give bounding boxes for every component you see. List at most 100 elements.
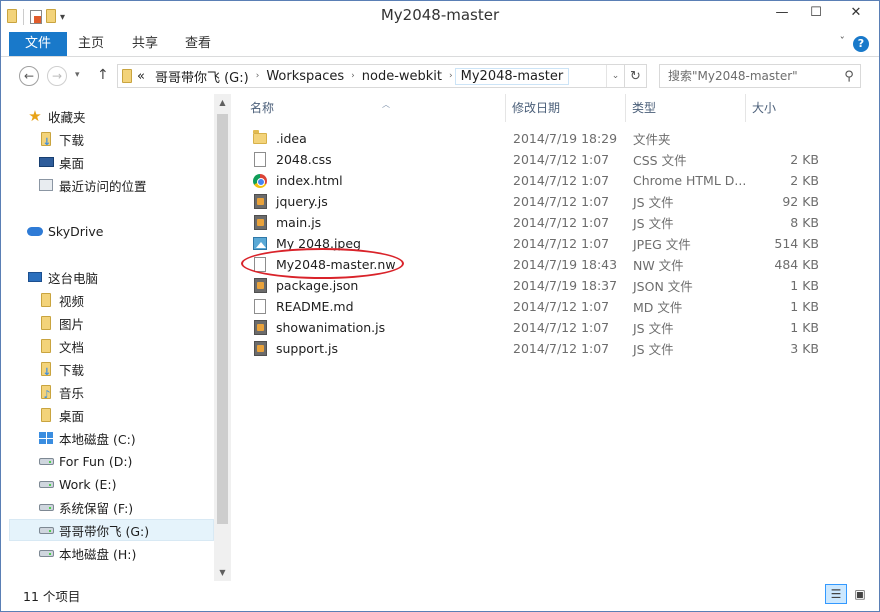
script-icon bbox=[252, 320, 268, 336]
breadcrumb-separator-icon[interactable]: › bbox=[254, 71, 262, 81]
address-bar[interactable]: « 哥哥带你飞 (G:) › Workspaces › node-webkit … bbox=[117, 64, 647, 88]
file-type: JSON 文件 bbox=[633, 279, 693, 294]
file-size: 484 KB bbox=[774, 257, 819, 272]
navigation-bar: ← → ▾ ↑ « 哥哥带你飞 (G:) › Workspaces › node… bbox=[1, 58, 879, 94]
navigation-scrollbar[interactable]: ▲ ▼ bbox=[214, 94, 231, 581]
back-button[interactable]: ← bbox=[19, 66, 39, 86]
sidebar-item-label: Work (E:) bbox=[59, 476, 117, 492]
file-date: 2014/7/12 1:07 bbox=[513, 194, 610, 209]
breadcrumb-current[interactable]: My2048-master bbox=[454, 67, 570, 85]
search-input[interactable] bbox=[668, 69, 838, 83]
file-row[interactable]: .idea 2014/7/19 18:29 文件夹 bbox=[242, 128, 842, 149]
maximize-button[interactable]: ☐ bbox=[799, 1, 833, 23]
tab-file[interactable]: 文件 bbox=[9, 32, 68, 56]
folder-icon bbox=[252, 130, 268, 147]
sidebar-item-label: 桌面 bbox=[59, 155, 85, 171]
sidebar-item-label: 最近访问的位置 bbox=[59, 178, 147, 194]
cloud-icon bbox=[27, 223, 43, 239]
sidebar-item-label: SkyDrive bbox=[48, 223, 104, 239]
file-type: NW 文件 bbox=[633, 258, 684, 273]
column-header-type[interactable]: 类型 bbox=[626, 94, 746, 122]
computer-icon bbox=[27, 269, 43, 285]
ribbon-expand-icon[interactable]: ˇ bbox=[840, 35, 846, 48]
breadcrumb-workspaces[interactable]: Workspaces bbox=[261, 69, 349, 84]
file-name: main.js bbox=[276, 215, 322, 230]
script-icon bbox=[252, 194, 268, 210]
file-row[interactable]: showanimation.js 2014/7/12 1:07 JS 文件 1 … bbox=[242, 317, 842, 338]
file-name: 2048.css bbox=[276, 152, 332, 167]
tab-home[interactable]: 主页 bbox=[63, 32, 119, 56]
file-date: 2014/7/12 1:07 bbox=[513, 320, 610, 335]
sidebar-item-skydrive[interactable]: SkyDrive bbox=[27, 220, 239, 242]
file-row[interactable]: jquery.js 2014/7/12 1:07 JS 文件 92 KB bbox=[242, 191, 842, 212]
minimize-button[interactable]: — bbox=[765, 1, 799, 23]
file-row[interactable]: 2048.css 2014/7/12 1:07 CSS 文件 2 KB bbox=[242, 149, 842, 170]
tab-view[interactable]: 查看 bbox=[170, 32, 226, 56]
tab-share[interactable]: 共享 bbox=[117, 32, 173, 56]
file-date: 2014/7/12 1:07 bbox=[513, 173, 610, 188]
breadcrumb-separator-icon[interactable]: › bbox=[447, 71, 455, 81]
file-row[interactable]: main.js 2014/7/12 1:07 JS 文件 8 KB bbox=[242, 212, 842, 233]
status-bar: 11 个项目 ☰ ▣ bbox=[1, 581, 879, 611]
column-header-date[interactable]: 修改日期 bbox=[506, 94, 626, 122]
close-button[interactable]: ✕ bbox=[833, 1, 879, 23]
up-button[interactable]: ↑ bbox=[97, 67, 109, 83]
file-date: 2014/7/19 18:29 bbox=[513, 131, 618, 146]
file-date: 2014/7/12 1:07 bbox=[513, 236, 610, 251]
star-icon: ★ bbox=[28, 106, 42, 125]
recent-places-icon bbox=[38, 177, 54, 193]
scroll-up-icon[interactable]: ▲ bbox=[214, 94, 231, 111]
file-date: 2014/7/19 18:43 bbox=[513, 257, 618, 272]
address-dropdown-icon[interactable]: ⌄ bbox=[606, 65, 624, 87]
file-row[interactable]: support.js 2014/7/12 1:07 JS 文件 3 KB bbox=[242, 338, 842, 359]
large-icons-view-button[interactable]: ▣ bbox=[849, 584, 871, 604]
script-icon bbox=[252, 341, 268, 357]
file-date: 2014/7/12 1:07 bbox=[513, 215, 610, 230]
breadcrumb-drive-g[interactable]: 哥哥带你飞 (G:) bbox=[150, 67, 254, 86]
music-folder-icon: ♪ bbox=[38, 384, 54, 401]
search-icon[interactable]: ⚲ bbox=[838, 69, 860, 84]
sidebar-item-drive-g[interactable]: 哥哥带你飞 (G:) bbox=[9, 519, 214, 541]
file-row[interactable]: README.md 2014/7/12 1:07 MD 文件 1 KB bbox=[242, 296, 842, 317]
sidebar-item-label: 下载 bbox=[59, 132, 85, 148]
image-icon bbox=[252, 236, 268, 252]
recent-locations-icon[interactable]: ▾ bbox=[75, 70, 80, 80]
sidebar-item-label: 本地磁盘 (C:) bbox=[59, 431, 136, 447]
file-date: 2014/7/19 18:37 bbox=[513, 278, 618, 293]
breadcrumb-node-webkit[interactable]: node-webkit bbox=[357, 69, 447, 84]
column-header-size[interactable]: 大小 bbox=[746, 94, 826, 122]
scrollbar-thumb[interactable] bbox=[217, 114, 228, 524]
sidebar-item-label: 文档 bbox=[59, 339, 85, 355]
file-type: CSS 文件 bbox=[633, 153, 687, 168]
scroll-down-icon[interactable]: ▼ bbox=[214, 564, 231, 581]
desktop-icon bbox=[38, 154, 54, 170]
details-view-button[interactable]: ☰ bbox=[825, 584, 847, 604]
file-name: support.js bbox=[276, 341, 338, 356]
sidebar-item-favorites[interactable]: ★ 收藏夹 bbox=[27, 105, 239, 127]
sidebar-item-label: For Fun (D:) bbox=[59, 453, 133, 469]
file-size: 8 KB bbox=[790, 215, 819, 230]
file-date: 2014/7/12 1:07 bbox=[513, 341, 610, 356]
file-row[interactable]: index.html 2014/7/12 1:07 Chrome HTML D.… bbox=[242, 170, 842, 191]
sidebar-item-label: 图片 bbox=[59, 316, 85, 332]
sidebar-item-label: 系统保留 (F:) bbox=[59, 500, 134, 516]
help-icon[interactable]: ? bbox=[853, 36, 869, 52]
file-size: 3 KB bbox=[790, 341, 819, 356]
documents-folder-icon bbox=[38, 338, 54, 354]
file-date: 2014/7/12 1:07 bbox=[513, 299, 610, 314]
drive-icon bbox=[38, 522, 54, 538]
forward-button[interactable]: → bbox=[47, 66, 67, 86]
sidebar-item-this-pc[interactable]: 这台电脑 bbox=[27, 266, 239, 288]
breadcrumb-separator-icon[interactable]: › bbox=[349, 71, 357, 81]
file-type: JS 文件 bbox=[633, 216, 674, 231]
file-type: JS 文件 bbox=[633, 195, 674, 210]
refresh-icon[interactable]: ↻ bbox=[624, 65, 646, 87]
file-size: 1 KB bbox=[790, 299, 819, 314]
breadcrumb: « 哥哥带你飞 (G:) › Workspaces › node-webkit … bbox=[118, 65, 606, 87]
file-size: 2 KB bbox=[790, 173, 819, 188]
breadcrumb-overflow[interactable]: « bbox=[132, 69, 150, 84]
file-type: 文件夹 bbox=[633, 132, 671, 147]
column-header-name[interactable]: 名称 ︿ bbox=[244, 94, 506, 122]
file-type: JS 文件 bbox=[633, 321, 674, 336]
script-icon bbox=[252, 278, 268, 294]
